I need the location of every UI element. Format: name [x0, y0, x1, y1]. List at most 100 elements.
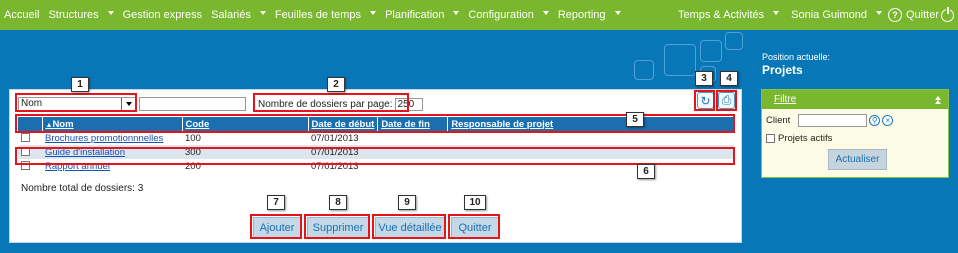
nav-reporting[interactable]: Reporting: [558, 9, 621, 21]
sort-field-select[interactable]: Nom: [18, 96, 136, 111]
callout-8: 8: [329, 195, 347, 210]
column-header-nom[interactable]: ▲Nom: [42, 117, 183, 131]
quit-label: Quitter: [905, 9, 939, 21]
detail-view-button[interactable]: Vue détaillée: [375, 217, 445, 238]
nav-configuration[interactable]: Configuration: [468, 9, 549, 21]
nav-feuilles-de-temps[interactable]: Feuilles de temps: [274, 9, 377, 21]
callout-3: 3: [695, 71, 713, 86]
quit-link[interactable]: Quitter: [905, 6, 954, 22]
caret-down-icon: [370, 11, 377, 15]
breadcrumb-label: Position actuelle:: [762, 52, 831, 62]
caret-down-icon: [107, 11, 114, 15]
nav-label: Gestion express: [122, 9, 203, 21]
caret-down-icon: [453, 11, 460, 15]
cell-responsable: [448, 159, 734, 173]
callout-1: 1: [71, 77, 89, 92]
nav-user[interactable]: Sonia Guimond: [791, 9, 882, 21]
search-icon[interactable]: ⚲: [869, 115, 881, 126]
cell-date-debut: 07/01/2013: [311, 132, 359, 144]
caret-down-icon: [259, 11, 266, 15]
row-checkbox-cell: [18, 145, 42, 159]
select-value: Nom: [21, 98, 43, 109]
page-title: Projets: [762, 63, 803, 77]
project-link[interactable]: Guide d'installation: [45, 147, 125, 158]
nav-accueil[interactable]: Accueil: [4, 9, 39, 21]
user-name: Sonia Guimond: [791, 9, 867, 21]
table-row[interactable]: Brochures promotionnnelles 100 07/01/201…: [18, 131, 734, 145]
column-header-responsable[interactable]: Responsable de projet: [447, 117, 734, 131]
per-page-label: Nombre de dossiers par page:: [258, 99, 393, 110]
power-icon: [941, 6, 954, 22]
add-button[interactable]: Ajouter: [253, 217, 301, 238]
callout-6: 6: [637, 164, 655, 179]
row-checkbox[interactable]: [21, 147, 30, 157]
decorative-square: [664, 44, 696, 76]
nav-label: Accueil: [4, 9, 40, 21]
collapse-icon: [935, 100, 941, 104]
nav-label: Configuration: [468, 9, 534, 21]
project-link[interactable]: Rapport annuel: [45, 161, 110, 172]
cell-responsable: [447, 145, 734, 159]
client-label: Client: [766, 115, 791, 126]
row-checkbox-cell: [18, 131, 42, 145]
filter-bar: Nom: [18, 96, 246, 111]
cell-date-debut: 07/01/2013: [308, 145, 378, 159]
cell-date-fin: [377, 145, 448, 159]
caret-down-icon: [614, 11, 621, 15]
cell-code: 300: [182, 145, 308, 159]
table-row[interactable]: Guide d'installation 300 07/01/2013: [18, 145, 734, 159]
filter-title: Filtre: [774, 94, 797, 105]
filter-header[interactable]: Filtre: [762, 90, 948, 109]
cell-date-debut: 07/01/2013: [311, 160, 359, 172]
column-header-date-debut[interactable]: Date de début: [308, 117, 379, 131]
cell-code: 200: [185, 160, 201, 172]
row-checkbox[interactable]: [21, 133, 30, 143]
per-page-input[interactable]: 250: [394, 98, 423, 111]
active-projects-row: Projets actifs: [766, 133, 832, 144]
column-header-code[interactable]: Code: [182, 117, 309, 131]
user-menu: Temps & Activités Sonia Guimond ? Quitte…: [678, 0, 954, 30]
nav-label: Temps & Activités: [677, 9, 765, 21]
quit-button[interactable]: Quitter: [451, 217, 499, 238]
decorative-square: [634, 60, 654, 80]
nav-planification[interactable]: Planification: [385, 9, 460, 21]
nav-temps-activites[interactable]: Temps & Activités: [677, 9, 780, 21]
column-label: Nom: [52, 118, 74, 130]
caret-down-icon: [773, 11, 780, 15]
callout-5: 5: [626, 112, 644, 127]
top-nav-bar: Accueil Structures Gestion express Salar…: [0, 0, 958, 30]
cell-code: 100: [185, 132, 201, 144]
nav-label: Feuilles de temps: [274, 9, 362, 21]
cell-nom: Brochures promotionnnelles: [42, 131, 182, 145]
refresh-filter-button[interactable]: Actualiser: [828, 149, 887, 170]
callout-2: 2: [327, 77, 345, 92]
delete-button[interactable]: Supprimer: [307, 217, 369, 238]
client-input[interactable]: [798, 114, 868, 127]
help-icon[interactable]: ?: [887, 8, 902, 22]
column-label: Date de fin: [381, 118, 430, 130]
clear-icon[interactable]: ×: [882, 115, 894, 126]
column-header-date-fin[interactable]: Date de fin: [377, 117, 449, 131]
refresh-button[interactable]: ↻: [697, 92, 714, 109]
nav-label: Planification: [385, 9, 445, 21]
callout-9: 9: [398, 195, 416, 210]
cell-nom: Guide d'installation: [42, 145, 182, 159]
callout-7: 7: [267, 195, 285, 210]
cell-responsable: [448, 131, 734, 145]
row-checkbox[interactable]: [21, 161, 30, 171]
callout-10: 10: [464, 195, 486, 210]
per-page-control: Nombre de dossiers par page: 250: [258, 98, 423, 111]
chevron-down-icon: [121, 97, 135, 110]
search-input[interactable]: [139, 96, 246, 111]
row-checkbox-cell: [18, 159, 42, 173]
column-label: Code: [185, 118, 210, 130]
refresh-icon: ↻: [700, 93, 711, 108]
nav-structures[interactable]: Structures: [48, 9, 114, 21]
print-button[interactable]: ⎙: [718, 92, 735, 109]
table-row[interactable]: Rapport annuel 200 07/01/2013: [18, 159, 734, 173]
nav-salaries[interactable]: Salariés: [211, 9, 266, 21]
project-link[interactable]: Brochures promotionnnelles: [45, 133, 163, 144]
active-projects-checkbox[interactable]: [766, 134, 775, 143]
nav-gestion-express[interactable]: Gestion express: [123, 9, 202, 21]
total-count: Nombre total de dossiers: 3: [21, 183, 144, 194]
